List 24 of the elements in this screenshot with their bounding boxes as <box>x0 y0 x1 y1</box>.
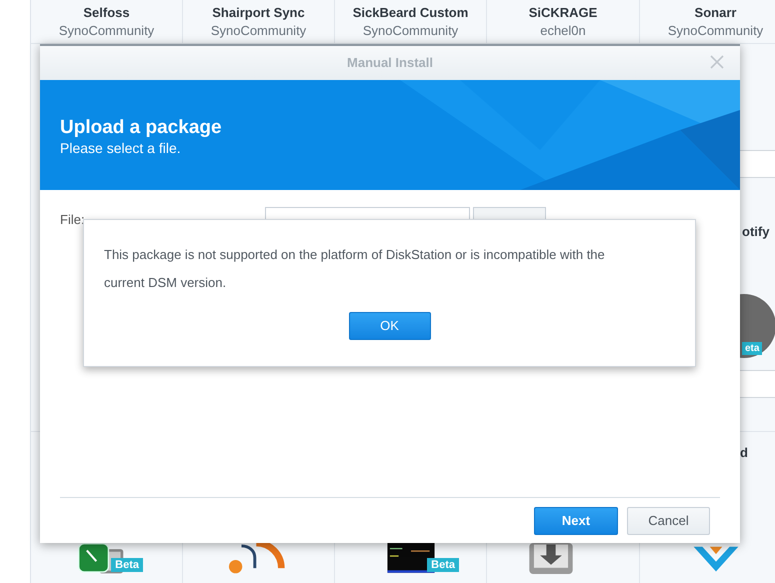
beta-badge: Beta <box>427 558 459 572</box>
dialog-subheading: Please select a file. <box>60 139 182 157</box>
alert-message: This package is not supported on the platform of DiskStation or is incompatible with the current DSM version. <box>104 246 606 292</box>
next-button[interactable]: Next <box>534 506 618 534</box>
window-title: Manual Install <box>347 54 433 72</box>
ok-button[interactable]: OK <box>348 312 430 340</box>
package-name: Shairport Sync <box>212 4 305 22</box>
close-icon[interactable] <box>710 55 724 69</box>
package-name: otify <box>742 223 770 241</box>
package-name: Sonarr <box>694 4 736 22</box>
publisher-name: SynoCommunity <box>668 22 764 40</box>
cancel-button[interactable]: Cancel <box>627 506 710 534</box>
package-name: d <box>740 444 748 462</box>
beta-badge: Beta <box>111 558 143 572</box>
package-name: SickBeard Custom <box>352 4 468 22</box>
dialog-heading: Upload a package <box>60 117 223 139</box>
publisher-name: SynoCommunity <box>362 22 458 40</box>
publisher-name: SynoCommunity <box>210 22 306 40</box>
publisher-name: echel0n <box>540 22 586 40</box>
file-label: File: <box>60 210 86 229</box>
publisher-name: SynoCommunity <box>58 22 154 40</box>
beta-badge: eta <box>742 342 762 355</box>
package-name: SiCKRAGE <box>528 4 598 22</box>
package-name: Selfoss <box>83 4 130 22</box>
